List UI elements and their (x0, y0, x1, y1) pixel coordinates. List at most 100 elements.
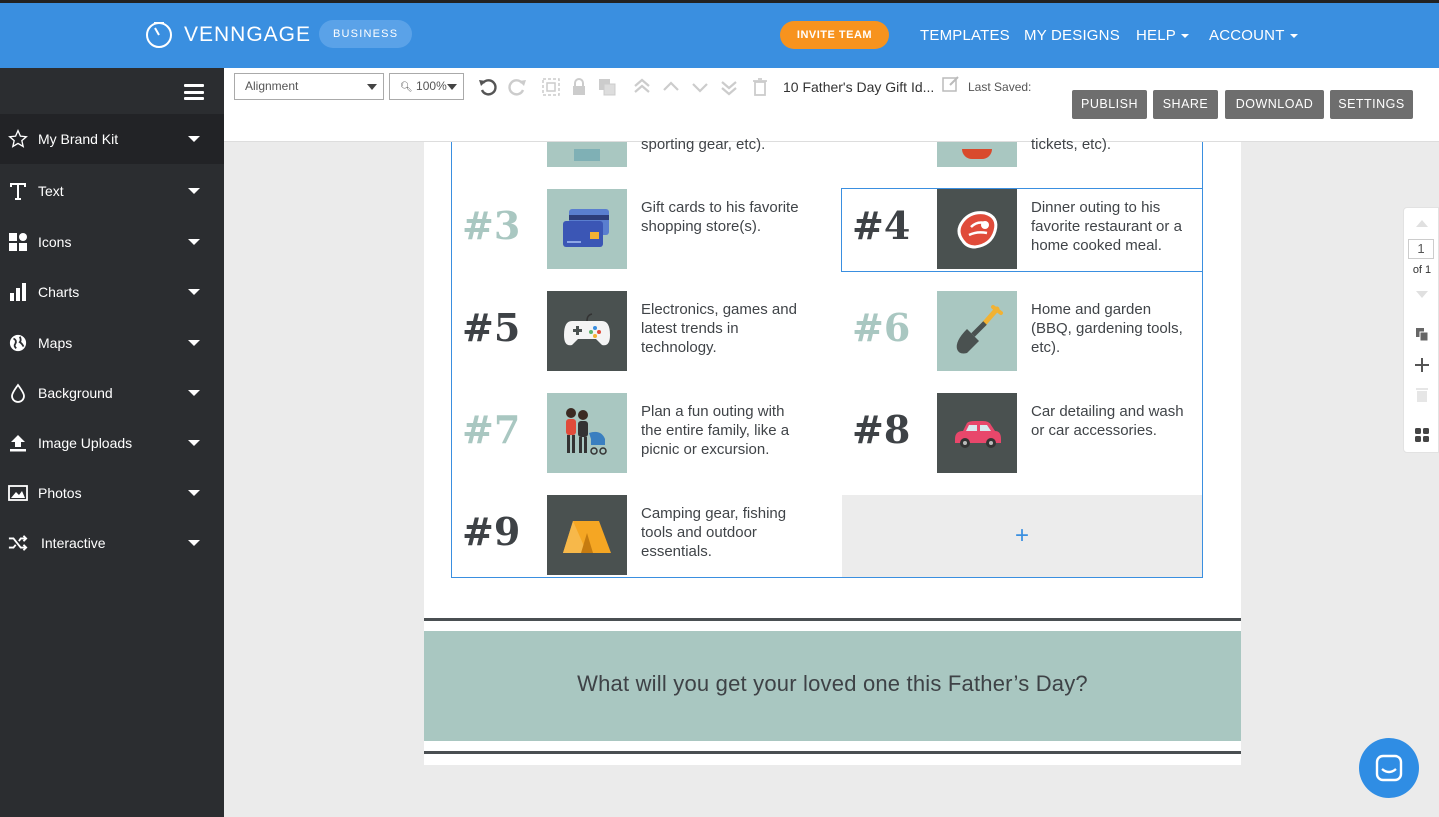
item-number[interactable]: #4 (852, 203, 910, 248)
nav-help[interactable]: HELP (1136, 27, 1189, 44)
zoom-value: 100% (416, 79, 447, 93)
gift-thumbnail[interactable] (937, 393, 1017, 473)
zoom-select[interactable]: 🔍︎ 100% (389, 73, 464, 100)
divider (424, 618, 1241, 621)
sidebar-item-background[interactable]: Background (0, 368, 224, 418)
venngage-logo[interactable]: VENNGAGE (144, 20, 311, 50)
page-number-input[interactable]: 1 (1408, 239, 1434, 259)
chevron-down-icon (1290, 34, 1298, 38)
duplicate-icon[interactable] (597, 77, 617, 97)
item-number[interactable]: #5 (462, 305, 520, 350)
closing-banner[interactable]: What will you get your loved one this Fa… (424, 631, 1241, 741)
add-item-cell[interactable]: + (842, 495, 1202, 577)
droplet-icon (8, 383, 28, 403)
item-number[interactable]: #6 (852, 305, 910, 350)
chevron-down-icon (188, 136, 200, 142)
item-text[interactable]: Electronics, games and latest trends in … (641, 300, 801, 357)
chevron-down-icon (188, 390, 200, 396)
group-icon[interactable] (541, 77, 561, 97)
settings-button[interactable]: SETTINGS (1330, 90, 1413, 119)
sidebar-item-label: Charts (38, 284, 79, 300)
page-navigator: 1 of 1 (1403, 207, 1439, 453)
star-icon (8, 129, 28, 149)
bring-to-front-icon[interactable] (632, 77, 652, 97)
support-chat-button[interactable] (1359, 738, 1419, 798)
item-text[interactable]: Camping gear, fishing tools and outdoor … (641, 504, 801, 561)
page-count: of 1 (1404, 264, 1439, 276)
sidebar-item-my-brand-kit[interactable]: My Brand Kit (0, 114, 224, 164)
zoom-icon: 🔍︎ (400, 82, 413, 93)
gift-thumbnail[interactable] (937, 291, 1017, 371)
gift-thumbnail[interactable] (547, 189, 627, 269)
redo-icon[interactable] (507, 77, 527, 97)
item-text[interactable]: Dinner outing to his favorite restaurant… (1031, 198, 1191, 255)
globe-icon (8, 333, 28, 353)
chevron-down-icon (1181, 34, 1189, 38)
sidebar-item-maps[interactable]: Maps (0, 318, 224, 368)
brand-name: VENNGAGE (184, 23, 311, 47)
page-up-icon[interactable] (1414, 218, 1430, 228)
grid-view-icon[interactable] (1414, 427, 1430, 443)
shovel-icon (949, 303, 1005, 359)
text-icon (8, 181, 28, 201)
copy-page-icon[interactable] (1414, 326, 1430, 342)
bar-chart-icon (8, 282, 28, 302)
sidebar-item-icons[interactable]: Icons (0, 217, 224, 267)
edit-icon[interactable] (941, 74, 961, 94)
chevron-down-icon (188, 490, 200, 496)
chevron-down-icon (188, 239, 200, 245)
sidebar-item-interactive[interactable]: Interactive (0, 518, 224, 568)
menu-icon[interactable] (184, 84, 204, 100)
sidebar-item-label: Image Uploads (38, 435, 132, 451)
sidebar-item-image-uploads[interactable]: Image Uploads (0, 418, 224, 468)
nav-account[interactable]: ACCOUNT (1209, 27, 1298, 44)
item-text[interactable]: Home and garden (BBQ, gardening tools, e… (1031, 300, 1191, 357)
nav-templates[interactable]: TEMPLATES (920, 27, 1010, 44)
lock-icon[interactable] (569, 77, 589, 97)
send-to-back-icon[interactable] (719, 77, 739, 97)
sidebar-item-label: Background (38, 385, 113, 401)
sidebar-item-text[interactable]: Text (0, 166, 224, 216)
logo-clock-icon (144, 20, 174, 50)
chevron-down-icon (367, 84, 377, 90)
gift-thumbnail[interactable] (547, 495, 627, 575)
share-button[interactable]: SHARE (1153, 90, 1218, 119)
alignment-value: Alignment (245, 79, 298, 93)
gift-thumbnail[interactable] (547, 291, 627, 371)
page-down-icon[interactable] (1414, 290, 1430, 300)
item-number[interactable]: #8 (852, 407, 910, 452)
tent-icon (559, 513, 615, 557)
game-controller-icon (562, 311, 612, 351)
sidebar-item-photos[interactable]: Photos (0, 468, 224, 518)
chat-icon (1374, 753, 1404, 783)
add-page-icon[interactable] (1414, 357, 1430, 373)
chevron-down-icon (447, 84, 457, 90)
send-backward-icon[interactable] (690, 77, 710, 97)
download-button[interactable]: DOWNLOAD (1225, 90, 1324, 119)
banner-text[interactable]: What will you get your loved one this Fa… (424, 631, 1241, 737)
item-number[interactable]: #3 (462, 203, 520, 248)
item-number[interactable]: #9 (462, 509, 520, 554)
invite-team-button[interactable]: INVITE TEAM (780, 21, 889, 49)
bring-forward-icon[interactable] (661, 77, 681, 97)
nav-my-designs[interactable]: MY DESIGNS (1024, 27, 1120, 44)
undo-icon[interactable] (478, 77, 498, 97)
sidebar-item-label: Photos (38, 485, 82, 501)
sidebar-item-label: Interactive (41, 535, 106, 551)
credit-card-icon (557, 199, 617, 259)
gift-thumbnail[interactable] (937, 189, 1017, 269)
gift-thumbnail[interactable] (547, 393, 627, 473)
document-title[interactable]: 10 Father's Day Gift Id... (783, 79, 934, 95)
item-text[interactable]: Gift cards to his favorite shopping stor… (641, 198, 801, 236)
trash-icon[interactable] (750, 77, 770, 97)
last-saved-label: Last Saved: (968, 80, 1031, 94)
image-icon (8, 483, 28, 503)
family-icon (557, 403, 617, 463)
publish-button[interactable]: PUBLISH (1072, 90, 1147, 119)
item-text[interactable]: Car detailing and wash or car accessorie… (1031, 402, 1191, 440)
delete-page-icon[interactable] (1415, 387, 1429, 403)
item-number[interactable]: #7 (462, 407, 520, 452)
sidebar-item-charts[interactable]: Charts (0, 267, 224, 317)
alignment-select[interactable]: Alignment (234, 73, 384, 100)
item-text[interactable]: Plan a fun outing with the entire family… (641, 402, 803, 459)
